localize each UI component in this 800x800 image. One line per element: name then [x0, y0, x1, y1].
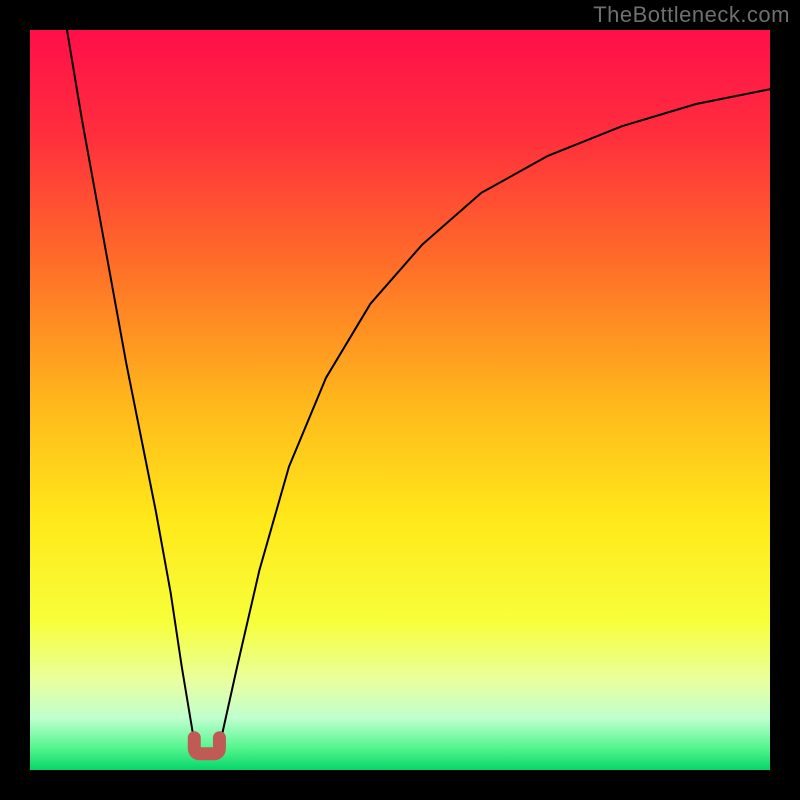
chart-container: TheBottleneck.com [0, 0, 800, 800]
plot-area [30, 30, 770, 770]
gradient-background [30, 30, 770, 770]
watermark: TheBottleneck.com [593, 2, 790, 28]
bottleneck-chart [30, 30, 770, 770]
